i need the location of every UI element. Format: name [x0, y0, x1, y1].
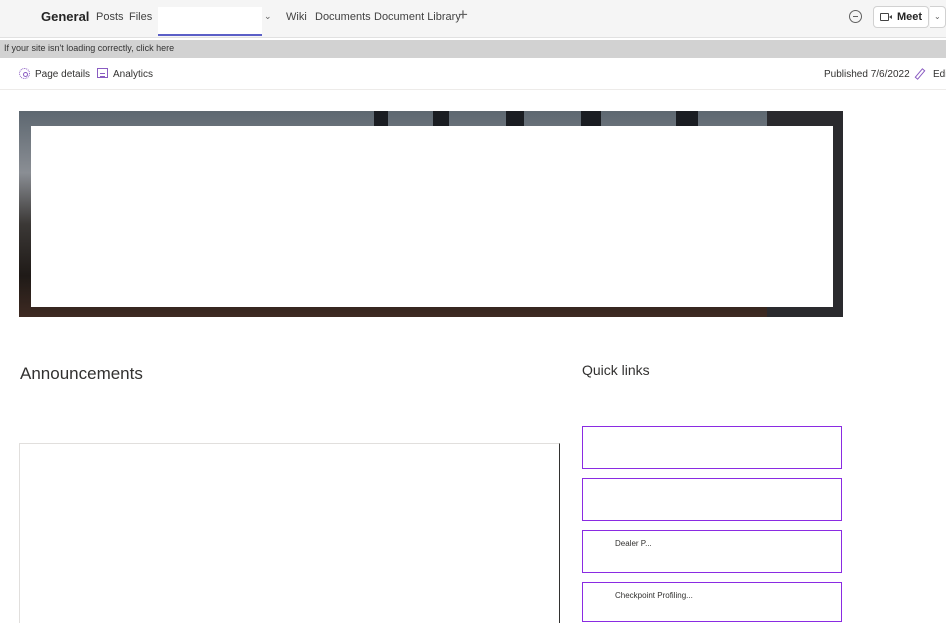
tab-active-site[interactable] [158, 7, 262, 36]
tab-files[interactable]: Files [129, 11, 152, 23]
plus-icon[interactable]: + [458, 5, 468, 25]
hero-image-detail [374, 111, 388, 127]
chevron-down-icon: ⌄ [934, 12, 941, 21]
tab-bar: General Posts Files ⌄ Wiki Documents Doc… [0, 0, 946, 38]
quick-links-heading: Quick links [582, 362, 650, 378]
published-status: Published 7/6/2022 [824, 69, 910, 80]
chat-icon[interactable] [849, 10, 862, 23]
tab-posts[interactable]: Posts [96, 11, 124, 23]
analytics-button[interactable]: Analytics [113, 69, 153, 80]
notice-text[interactable]: If your site isn't loading correctly, cl… [4, 43, 174, 53]
quick-link-item[interactable] [582, 478, 842, 521]
page-command-bar: Page details Analytics Published 7/6/202… [0, 60, 946, 90]
hero-image-detail [676, 111, 698, 127]
meet-dropdown-button[interactable]: ⌄ [930, 6, 946, 28]
tab-wiki[interactable]: Wiki [286, 11, 307, 23]
gear-icon [19, 68, 30, 79]
pencil-icon [914, 68, 926, 80]
hero-image-detail [506, 111, 524, 127]
analytics-icon [97, 68, 108, 78]
quick-link-label: Checkpoint Profiling... [615, 591, 693, 600]
chevron-down-icon[interactable]: ⌄ [264, 11, 272, 22]
hero-text-box [31, 126, 833, 307]
quick-link-item[interactable]: Checkpoint Profiling... [582, 582, 842, 622]
meet-button[interactable]: Meet [873, 6, 929, 28]
edit-button[interactable]: Edi [933, 69, 946, 80]
page-details-button[interactable]: Page details [35, 69, 90, 80]
site-loading-notice[interactable]: If your site isn't loading correctly, cl… [0, 40, 946, 58]
channel-name: General [41, 9, 90, 24]
video-camera-icon [880, 13, 892, 21]
meet-button-label: Meet [897, 11, 923, 23]
tab-documents[interactable]: Documents [315, 11, 371, 23]
quick-link-label: Dealer P... [615, 539, 652, 548]
announcements-heading: Announcements [20, 364, 143, 383]
tab-document-library[interactable]: Document Library [374, 11, 461, 23]
announcements-panel [19, 443, 560, 623]
quick-link-item[interactable]: Dealer P... [582, 530, 842, 573]
hero-image-detail [581, 111, 601, 127]
hero-image-detail [433, 111, 449, 127]
quick-link-item[interactable] [582, 426, 842, 469]
